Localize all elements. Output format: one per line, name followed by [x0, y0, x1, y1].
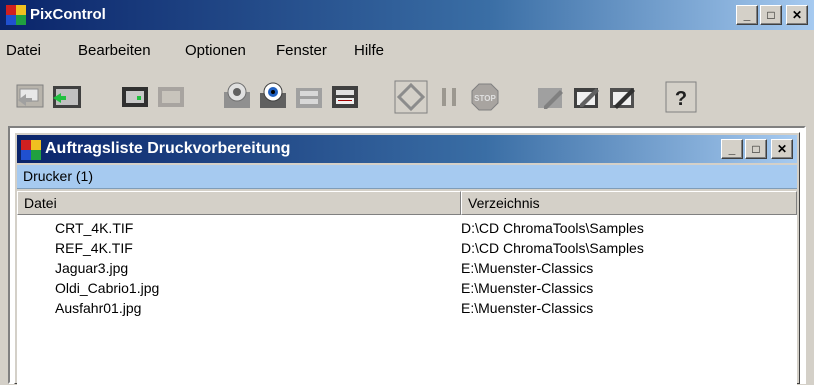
preview-icon [224, 82, 250, 108]
close-icon: ✕ [776, 142, 788, 156]
row-directory: D:\CD ChromaTools\Samples [461, 220, 644, 236]
row-file: REF_4K.TIF [55, 240, 133, 256]
table-row[interactable]: REF_4K.TIF D:\CD ChromaTools\Samples [17, 239, 797, 259]
table-row[interactable]: Oldi_Cabrio1.jpg E:\Muenster-Classics [17, 279, 797, 299]
column-header-verzeichnis[interactable]: Verzeichnis [461, 191, 797, 215]
child-close-button[interactable]: ✕ [771, 139, 793, 159]
row-file: Oldi_Cabrio1.jpg [55, 280, 160, 296]
minimize-icon: _ [728, 142, 736, 156]
row-file: CRT_4K.TIF [55, 220, 134, 236]
menu-datei[interactable]: Datei [6, 42, 41, 59]
row-directory: D:\CD ChromaTools\Samples [461, 240, 644, 256]
add-image-icon [53, 86, 81, 108]
app-icon [6, 5, 26, 25]
print-list-button[interactable] [328, 80, 364, 116]
table-row[interactable]: Jaguar3.jpg E:\Muenster-Classics [17, 259, 797, 279]
eye-icon [260, 82, 286, 108]
maximize-icon: □ [752, 142, 760, 156]
pause-button[interactable] [432, 80, 468, 116]
settings-button[interactable] [606, 80, 642, 116]
child-maximize-button[interactable]: □ [745, 139, 767, 159]
import-icon [16, 84, 44, 108]
start-button[interactable] [394, 80, 430, 116]
child-window-title: Auftragsliste Druckvorbereitung [45, 140, 291, 157]
menu-hilfe[interactable]: Hilfe [354, 42, 384, 59]
menu-bearbeiten[interactable]: Bearbeiten [78, 42, 151, 59]
printer-group-label: Drucker (1) [23, 168, 94, 184]
menu-fenster[interactable]: Fenster [276, 42, 327, 59]
minimize-button[interactable]: _ [736, 5, 758, 25]
row-file: Jaguar3.jpg [55, 260, 129, 276]
child-titlebar: Auftragsliste Druckvorbereitung _ □ ✕ [17, 135, 797, 163]
child-window: Auftragsliste Druckvorbereitung _ □ ✕ Dr… [14, 132, 800, 385]
print-preview-icon [296, 88, 322, 108]
app-titlebar: PixControl _ □ ✕ [0, 0, 814, 30]
job-list[interactable]: Datei Verzeichnis CRT_4K.TIF D:\CD Chrom… [17, 191, 797, 385]
edit-button[interactable] [534, 80, 570, 116]
print-preview-button[interactable] [292, 80, 328, 116]
import-button[interactable] [14, 80, 50, 116]
print-list-icon [332, 86, 358, 108]
row-file: Ausfahr01.jpg [55, 300, 142, 316]
child-minimize-button[interactable]: _ [721, 139, 743, 159]
frame-disabled-icon [158, 87, 184, 107]
frame-icon [122, 87, 148, 107]
app-title: PixControl [30, 6, 106, 23]
toolbar: STOP ? [14, 80, 794, 120]
table-row[interactable]: Ausfahr01.jpg E:\Muenster-Classics [17, 299, 797, 319]
row-directory: E:\Muenster-Classics [461, 260, 594, 276]
help-glyph: ? [675, 88, 687, 110]
menu-bar: Datei Bearbeiten Optionen Fenster Hilfe [0, 40, 814, 64]
close-button[interactable]: ✕ [786, 5, 808, 25]
preview-button[interactable] [220, 80, 256, 116]
child-window-icon [21, 140, 41, 160]
help-button[interactable]: ? [664, 80, 700, 116]
diamond-icon [394, 80, 428, 114]
printer-group-header[interactable]: Drucker (1) [17, 165, 797, 189]
view-button[interactable] [256, 80, 292, 116]
mdi-client-area: Auftragsliste Druckvorbereitung _ □ ✕ Dr… [8, 126, 806, 385]
column-header-datei[interactable]: Datei [17, 191, 461, 215]
add-image-button[interactable] [50, 80, 86, 116]
frame-disabled-button[interactable] [154, 80, 190, 116]
list-header: Datei Verzeichnis [17, 191, 797, 215]
properties-icon [574, 88, 599, 108]
help-icon: ? [665, 81, 697, 113]
maximize-icon: □ [767, 8, 775, 22]
close-icon: ✕ [791, 8, 803, 22]
table-row[interactable]: CRT_4K.TIF D:\CD ChromaTools\Samples [17, 219, 797, 239]
pause-icon [442, 88, 456, 106]
wrench-icon [610, 88, 635, 109]
stop-button[interactable]: STOP [468, 80, 504, 116]
row-directory: E:\Muenster-Classics [461, 300, 594, 316]
maximize-button[interactable]: □ [760, 5, 782, 25]
stop-icon: STOP [471, 83, 499, 111]
properties-button[interactable] [570, 80, 606, 116]
row-directory: E:\Muenster-Classics [461, 280, 594, 296]
frame-button[interactable] [118, 80, 154, 116]
pencil-icon [538, 88, 563, 109]
minimize-icon: _ [743, 8, 751, 22]
menu-optionen[interactable]: Optionen [185, 42, 246, 59]
stop-label: STOP [474, 94, 496, 103]
